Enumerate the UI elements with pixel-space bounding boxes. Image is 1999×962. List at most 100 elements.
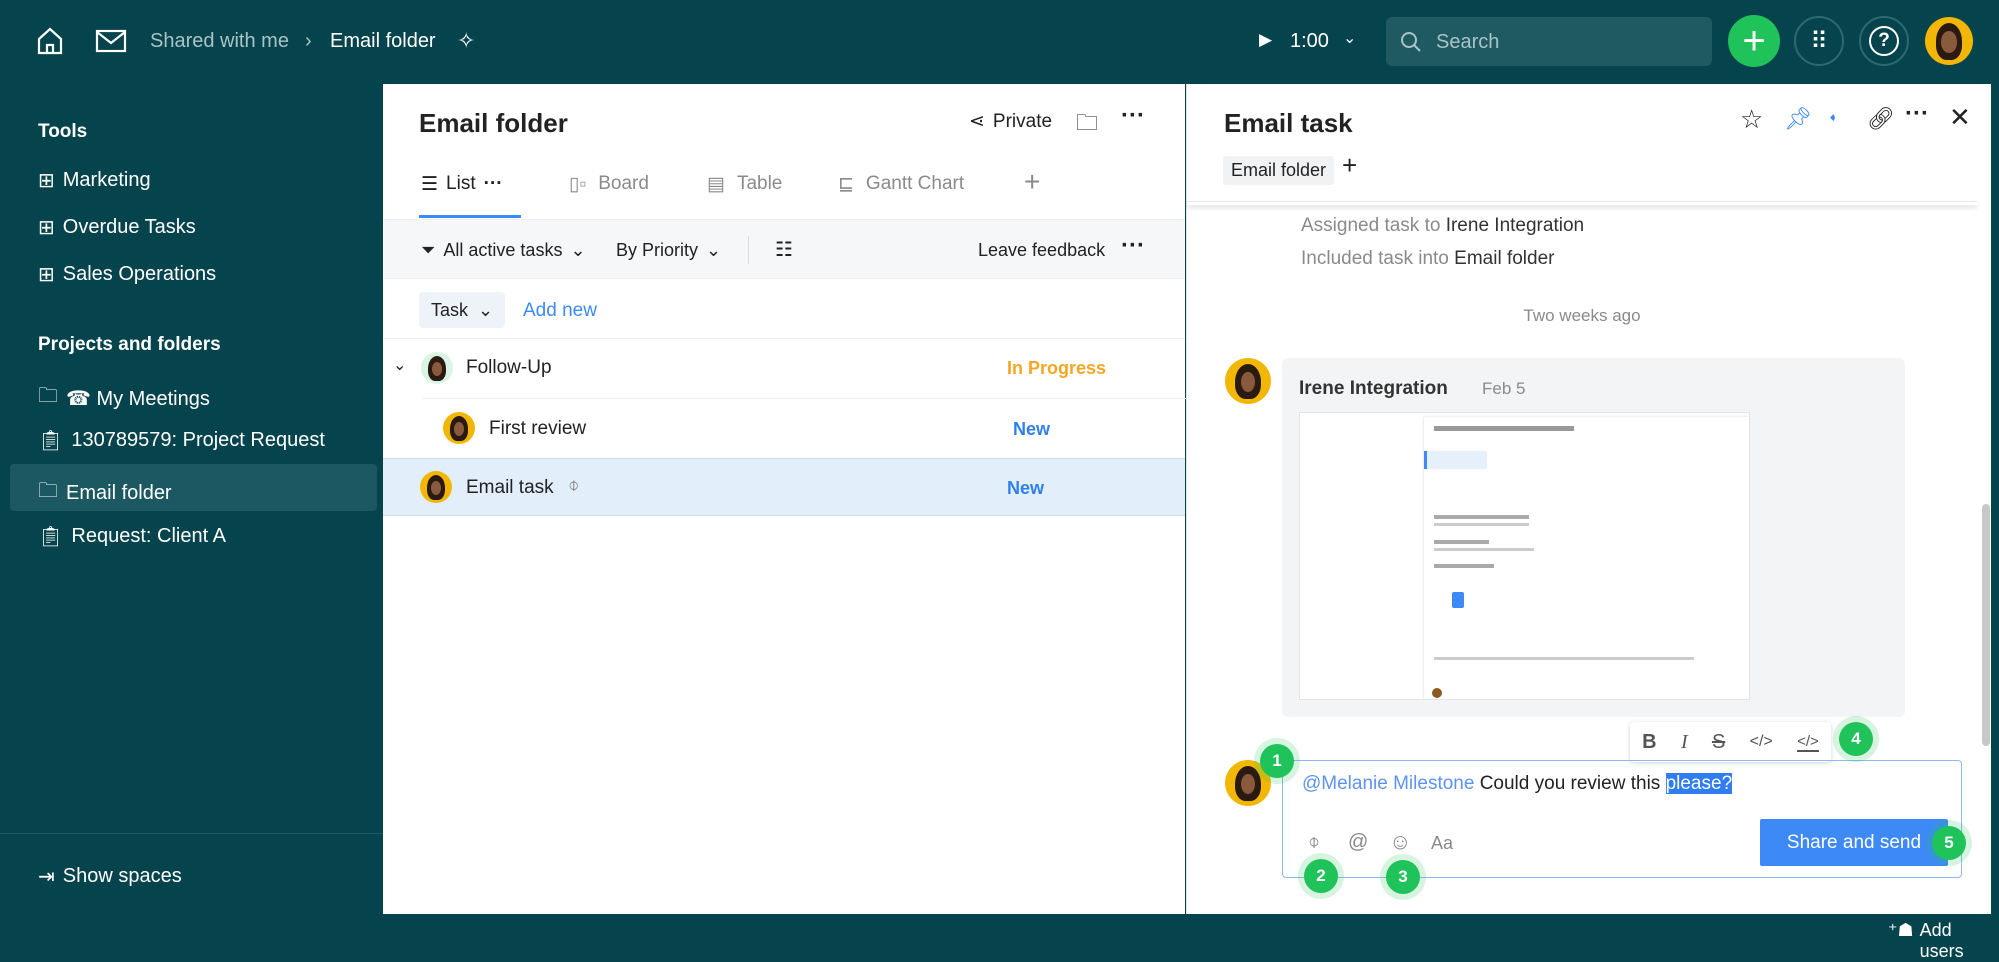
sidebar-item-request-client-a[interactable]: 📋︎ Request: Client A [38,524,226,549]
filter-dropdown[interactable]: ⏷ All active tasks ⌄ [421,240,586,261]
dashboard-icon: ⊞ [38,217,55,239]
scrollbar[interactable] [1982,504,1990,746]
tab-gantt-chart[interactable]: ⊑ Gantt Chart [838,173,964,196]
leave-feedback-link[interactable]: Leave feedback [978,240,1105,261]
divider [748,236,749,264]
assignee-link[interactable]: Irene Integration [1446,215,1584,236]
comment-text: @Melanie Milestone Could you review this… [1302,773,1733,794]
folder-panel: Email folder ⋖ Private 🗀 ··· ☰ List ··· ▯▫ B… [383,84,1199,914]
show-spaces-button[interactable]: ⇥ Show spaces [38,864,182,889]
star-icon[interactable]: ☆ [1740,104,1763,135]
add-view-icon[interactable]: + [1024,166,1040,198]
share-and-send-button[interactable]: Share and send [1760,819,1948,866]
user-avatar[interactable] [1925,17,1973,65]
selected-text: please? [1665,773,1733,794]
folder-link[interactable]: Email folder [1454,248,1554,269]
close-icon[interactable]: ✕ [1949,102,1971,133]
more-icon[interactable]: ··· [1905,100,1929,128]
chevron-down-icon[interactable]: ⌄ [1343,28,1356,48]
clipboard-icon: 📋︎ [38,526,64,548]
sort-dropdown[interactable]: By Priority ⌄ [616,240,721,261]
status-badge[interactable]: In Progress [1007,358,1106,379]
apps-grid-button[interactable]: ⠿ [1794,16,1844,66]
timer[interactable]: 1:00 [1290,30,1329,53]
bold-button[interactable]: B [1642,731,1656,754]
sidebar-item-sales-operations[interactable]: ⊞ Sales Operations [38,262,216,287]
dashboard-icon: ⊞ [38,170,55,192]
mention[interactable]: @Melanie Milestone [1302,773,1474,794]
add-users-button[interactable]: ⁺☗ Add users [1888,920,1999,962]
breadcrumb-current: Email folder [330,30,436,52]
tab-board[interactable]: ▯▫ Board [569,173,649,196]
chevron-down-icon[interactable]: ⌄ [393,355,406,375]
task-type-dropdown[interactable]: Task ⌄ [419,292,506,328]
more-icon[interactable]: ··· [1121,232,1145,260]
share-button[interactable]: ⋖ Private [969,110,1052,133]
assignee-avatar [421,352,453,384]
divider [0,833,383,834]
status-badge[interactable]: New [1007,478,1044,499]
expand-icon: ⇥ [38,866,55,888]
create-button[interactable]: + [1728,15,1780,67]
search-placeholder: Search [1436,31,1500,53]
sidebar-item-marketing[interactable]: ⊞ Marketing [38,168,151,193]
help-button[interactable]: ? [1859,16,1909,66]
board-icon: ▯▫ [569,174,587,195]
header-divider [1187,201,1977,205]
task-name: Follow-Up [466,357,552,378]
task-name: First review [489,418,587,439]
attach-icon[interactable]: ⌽ [1308,831,1320,854]
sidebar-item-overdue-tasks[interactable]: ⊞ Overdue Tasks [38,215,196,240]
search-input[interactable]: Search [1386,17,1712,66]
mail-icon[interactable] [95,29,127,53]
tab-table[interactable]: ▤ Table [707,173,782,196]
list-icon: ☰ [421,174,439,195]
task-title: Email task [1224,108,1353,138]
comment-author: Irene Integration [1299,378,1448,399]
add-new-link[interactable]: Add new [523,300,597,322]
add-tag-icon[interactable]: + [1342,150,1357,181]
step-badge: 3 [1386,860,1420,894]
strikethrough-button[interactable]: S [1712,731,1725,754]
code-block-icon[interactable]: </> [1797,733,1819,752]
tools-heading: Tools [38,121,88,142]
add-users-icon: ⁺☗ [1888,920,1914,940]
sidebar-item-email-folder[interactable]: 🗀 Email folder [38,476,172,510]
tab-list[interactable]: ☰ List ··· [421,173,503,196]
text-format-button[interactable]: Aa [1431,833,1453,854]
task-row[interactable]: ⌄ Follow-Up In Progress [383,339,1199,399]
breadcrumb-parent[interactable]: Shared with me [150,30,289,53]
attached-screenshot-image[interactable] [1299,412,1750,700]
sidebar-item-my-meetings[interactable]: 🗀 ☎ My Meetings [38,381,210,415]
more-icon[interactable]: ··· [484,173,503,196]
active-tab-indicator [419,215,521,218]
rss-icon[interactable]: ◔ [1817,103,1844,131]
link-icon[interactable]: 🔗︎ [1867,106,1895,132]
search-icon [1401,32,1421,52]
more-icon[interactable]: ··· [1121,102,1145,130]
folder-title: Email folder [419,108,568,138]
emoji-icon[interactable]: ☺ [1389,829,1411,855]
sidebar-item-project-request[interactable]: 📋︎ 130789579: Project Request [38,428,325,453]
sidebar: Tools ⊞ Marketing ⊞ Overdue Tasks ⊞ Sales O… [0,83,383,914]
task-row[interactable]: First review New [383,399,1185,458]
checklist-icon[interactable]: ☷ [775,237,793,262]
home-icon[interactable] [36,26,64,56]
commenter-avatar [1225,358,1271,404]
folder-tag[interactable]: Email folder [1223,156,1335,185]
step-badge: 1 [1260,744,1294,778]
code-icon[interactable]: </> [1750,733,1773,751]
status-badge[interactable]: New [1013,419,1050,440]
play-icon[interactable]: ▶ [1259,30,1272,50]
italic-button[interactable]: I [1681,731,1688,754]
folder-icon[interactable]: 🗀 [1076,106,1098,144]
comment-input[interactable]: @Melanie Milestone Could you review this… [1282,760,1962,878]
pin-icon[interactable]: 📌︎ [1784,106,1812,132]
grid-icon: ⠿ [1810,27,1828,55]
task-row-selected[interactable]: Email task ⌽ New [383,458,1185,516]
pin-icon[interactable]: ✧ [457,28,475,54]
activity-item: Included task into Email folder [1301,248,1555,269]
mention-icon[interactable]: @ [1348,831,1368,854]
assignee-avatar [420,471,452,503]
top-bar: Shared with me › Email folder ✧ ▶ 1:00 ⌄… [0,0,1999,83]
